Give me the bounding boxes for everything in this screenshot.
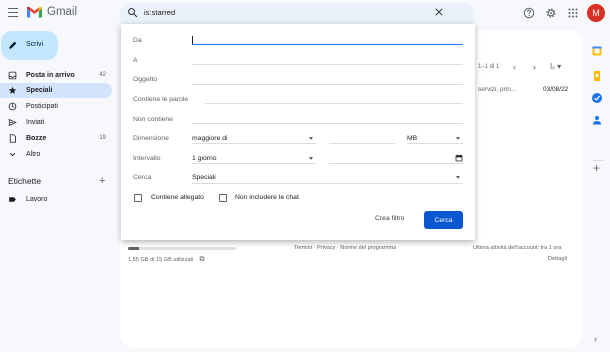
- text-cursor: [192, 36, 193, 44]
- clear-search-icon[interactable]: [434, 7, 444, 17]
- sidebar-label-sent: Inviati: [26, 119, 45, 126]
- chevron-down-icon: [9, 153, 16, 157]
- storage-fill: [128, 247, 139, 250]
- size-unit-underline: [407, 143, 463, 144]
- size-operator-underline: [192, 143, 316, 144]
- drafts-count: 19: [99, 135, 106, 141]
- gmail-logo-icon[interactable]: [27, 5, 42, 19]
- has-attachment-checkbox[interactable]: [134, 194, 142, 202]
- to-label: A: [133, 57, 138, 64]
- sidebar-label-snoozed: Posticipati: [26, 103, 58, 110]
- advanced-search-panel: [121, 24, 475, 240]
- storage-bar: [128, 247, 236, 250]
- add-addon-icon[interactable]: +: [593, 161, 600, 175]
- sidebar-label-more: Altro: [26, 151, 41, 158]
- size-label: Dimensione: [133, 135, 169, 142]
- sidebar-label-inbox: Posta in arrivo: [26, 72, 75, 79]
- sidebar-label-starred: Speciali: [26, 87, 53, 94]
- search-in-underline: [192, 183, 463, 184]
- interval-underline: [192, 163, 316, 164]
- gmail-brand-text: Gmail: [47, 6, 78, 18]
- pencil-icon: [9, 41, 17, 49]
- last-activity: Ultima attività dell'account: tra 1 ora: [473, 245, 562, 251]
- interval-dropdown-icon[interactable]: [309, 157, 313, 160]
- input-tools-icon[interactable]: Iₓ ▾: [550, 62, 561, 71]
- has-attachment-label: Contiene allegato: [151, 194, 204, 201]
- search-button[interactable]: Cerca: [424, 211, 463, 229]
- exclude-chats-checkbox[interactable]: [219, 194, 227, 202]
- footer-links[interactable]: Termini · Privacy · Norme del programma: [294, 245, 396, 251]
- add-label-icon[interactable]: +: [99, 175, 105, 187]
- expand-panel-icon[interactable]: ›: [594, 334, 597, 344]
- calendar-icon[interactable]: [591, 45, 603, 57]
- details-link[interactable]: Dettagli: [548, 256, 567, 262]
- account-avatar[interactable]: M: [587, 4, 605, 22]
- mail-snippet[interactable]: servizi, prin...: [478, 86, 516, 93]
- sidebar-label-drafts: Bozze: [26, 135, 47, 142]
- previous-page-icon[interactable]: ‹: [513, 62, 516, 72]
- size-operator-dropdown-icon[interactable]: [309, 137, 313, 140]
- help-icon[interactable]: [523, 7, 535, 19]
- next-page-icon[interactable]: ›: [533, 62, 536, 72]
- pagination-text: 1–1 di 1: [478, 64, 500, 70]
- draft-icon: [9, 134, 16, 143]
- has-words-label: Contiene le parole: [133, 96, 189, 103]
- exclude-chats-label: Non includere le chat: [235, 194, 299, 201]
- inbox-icon: [8, 71, 17, 80]
- to-field[interactable]: [192, 64, 463, 65]
- contacts-icon[interactable]: [591, 114, 603, 126]
- storage-usage: 1,55 GB di 15 GB utilizzati: [128, 257, 194, 263]
- apps-grid-icon[interactable]: [567, 7, 579, 19]
- send-icon: [8, 118, 17, 127]
- subject-field[interactable]: [192, 84, 463, 85]
- clock-icon: [8, 102, 17, 111]
- label-icon: [9, 197, 16, 202]
- compose-label: Scrivi: [26, 41, 44, 48]
- size-value-field[interactable]: [329, 143, 395, 144]
- interval-select[interactable]: 1 giorno: [192, 155, 217, 162]
- from-field[interactable]: [192, 44, 463, 45]
- settings-gear-icon[interactable]: [545, 7, 557, 19]
- search-in-select[interactable]: Speciali: [192, 174, 216, 181]
- size-unit-dropdown-icon[interactable]: [456, 137, 460, 140]
- sidebar-label-work: Lavoro: [26, 196, 48, 203]
- size-unit-select[interactable]: MB: [407, 135, 417, 142]
- calendar-picker-icon[interactable]: [455, 154, 463, 162]
- size-operator-select[interactable]: maggiore di: [192, 135, 228, 142]
- not-has-field[interactable]: [192, 123, 463, 124]
- date-field[interactable]: [329, 163, 463, 164]
- search-icon[interactable]: [127, 7, 138, 18]
- create-filter-button[interactable]: Crea filtro: [375, 215, 404, 222]
- labels-heading: Etichette: [8, 176, 42, 186]
- subject-label: Oggetto: [133, 76, 158, 83]
- from-label: Da: [133, 37, 142, 44]
- main-menu-icon[interactable]: [8, 8, 18, 17]
- storage-text: 1,55 GB di 15 GB utilizzati ⧉: [128, 256, 205, 264]
- search-in-dropdown-icon[interactable]: [456, 176, 460, 179]
- mail-date: 03/08/22: [543, 86, 569, 93]
- keep-icon[interactable]: [591, 70, 603, 82]
- inbox-count: 42: [99, 72, 106, 78]
- has-words-field[interactable]: [205, 103, 463, 104]
- search-in-label: Cerca: [133, 174, 152, 181]
- tasks-icon[interactable]: [591, 92, 603, 104]
- not-has-label: Non contiene: [133, 116, 174, 123]
- search-input[interactable]: is:starred: [144, 8, 175, 17]
- external-link-icon[interactable]: ⧉: [200, 256, 205, 263]
- star-icon: [8, 86, 17, 94]
- interval-label: Intervallo: [133, 155, 161, 162]
